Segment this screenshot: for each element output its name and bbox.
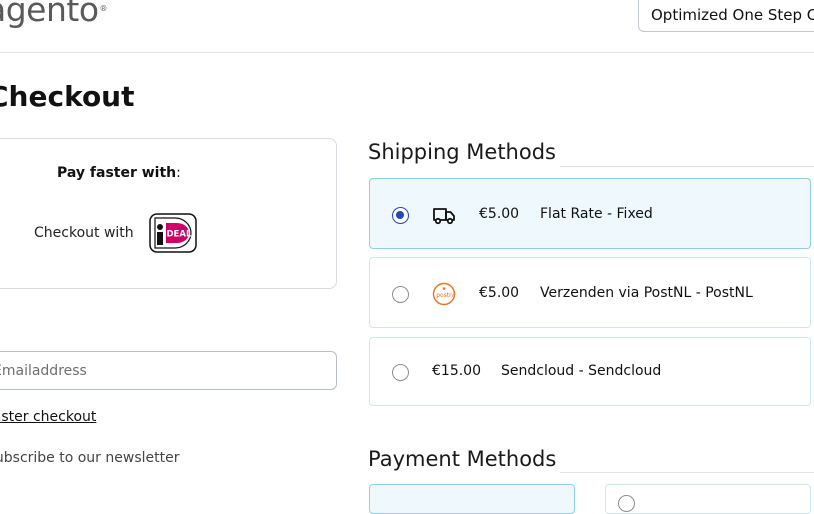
shipping-method-postnl[interactable]: postnl €5.00 Verzenden via PostNL - Post… [369,257,811,328]
shipping-price: €5.00 [479,206,520,222]
one-step-checkout-button[interactable]: Optimized One Step Checkout [638,0,814,32]
shipping-methods-title: Shipping Methods [368,140,556,164]
truck-icon [433,208,455,225]
logo-registered-mark: ® [99,4,108,13]
pay-faster-title-colon: : [176,165,181,181]
shipping-method-flat-rate[interactable]: €5.00 Flat Rate - Fixed [369,178,811,249]
radio-payment[interactable] [618,495,635,512]
page-title: Checkout [0,80,135,113]
shipping-price: €5.00 [479,285,520,301]
payment-methods-title: Payment Methods [368,447,557,471]
svg-text:postnl: postnl [436,292,455,299]
shipping-price: €15.00 [432,363,481,379]
header: agento® Optimized One Step Checkout [0,0,814,53]
pay-faster-box: Pay faster with: Checkout with DEAL [0,138,337,289]
shipping-method-sendcloud[interactable]: €15.00 Sendcloud - Sendcloud [369,337,811,406]
checkout-with-label: Checkout with [34,225,134,241]
payment-divider [560,472,814,473]
shipping-name: Verzenden via PostNL - PostNL [540,285,753,301]
postnl-icon: postnl [432,282,456,306]
radio-flat-rate[interactable] [392,207,409,224]
shipping-name: Flat Rate - Fixed [540,206,653,222]
faster-checkout-link[interactable]: Faster checkout [0,409,96,425]
shipping-name: Sendcloud - Sendcloud [501,363,662,379]
ideal-logo-text: DEAL [167,230,192,240]
email-input[interactable] [0,351,337,390]
payment-method-card[interactable] [605,484,811,514]
shipping-divider [560,166,814,167]
radio-postnl[interactable] [392,286,409,303]
pay-faster-title: Pay faster with: [57,165,181,181]
pay-faster-title-text: Pay faster with [57,165,177,181]
logo-text: agento [0,0,99,29]
newsletter-label[interactable]: Subscribe to our newsletter [0,450,179,466]
ideal-logo-button[interactable]: DEAL [149,213,197,253]
payment-method-card[interactable] [369,484,575,514]
magento-logo[interactable]: agento® [0,0,108,29]
radio-sendcloud[interactable] [392,364,409,381]
